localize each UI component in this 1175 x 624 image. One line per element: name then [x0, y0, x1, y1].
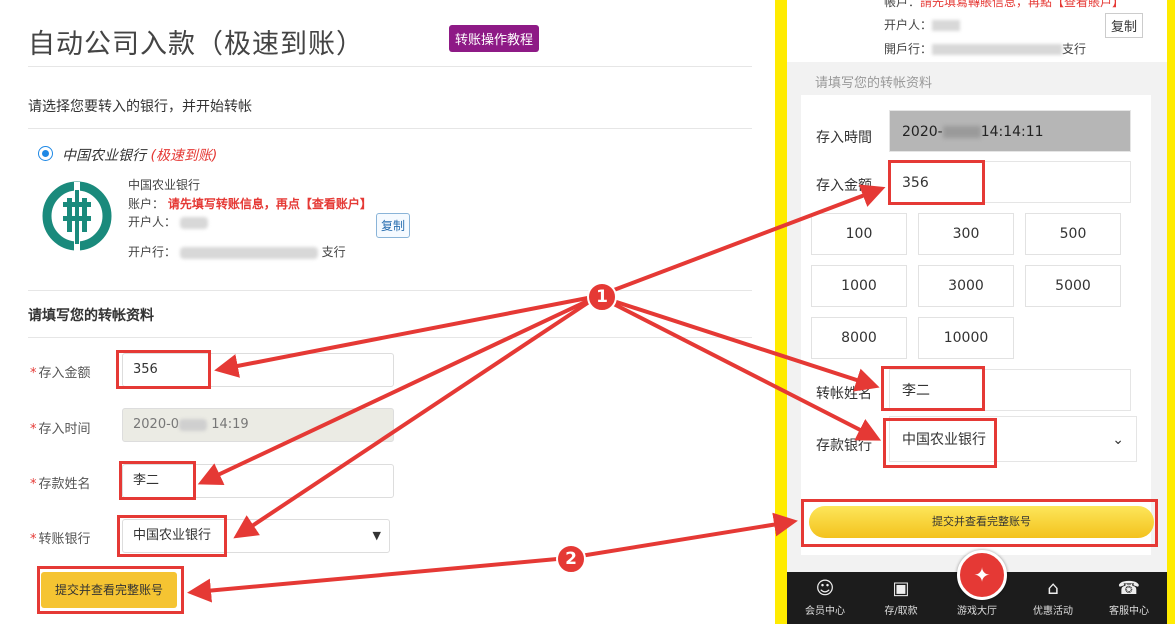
highlight-mobile-amount [888, 160, 985, 205]
page-title: 自动公司入款（极速到账） [28, 29, 364, 60]
amount-option[interactable]: 100 [811, 213, 907, 255]
copy-button[interactable]: 复制 [376, 213, 411, 238]
highlight-amount [116, 350, 211, 389]
mobile-bank-info: 帳戶：請先填寫轉賬信息，再點【查看賬戶】 开户人： 复制 開戶行： 支行 [787, 0, 1167, 62]
mobile-account-row: 帳戶：請先填寫轉賬信息，再點【查看賬戶】 [884, 0, 1125, 9]
amount-label: * 存入金额 [30, 366, 91, 381]
mobile-bank-label: 存款银行 [816, 438, 872, 454]
tab-promotions[interactable]: ⌂ 优惠活动 [1015, 572, 1091, 624]
bank-option-abc[interactable]: 中国农业银行 (极速到账) [62, 145, 217, 165]
bank-option-name: 中国农业银行 [62, 148, 146, 164]
amount-option[interactable]: 10000 [918, 317, 1014, 359]
holder-label: 开户人： [128, 215, 177, 229]
amount-option[interactable]: 500 [1025, 213, 1121, 255]
tab-customer-service[interactable]: ☎ 客服中心 [1091, 572, 1167, 624]
highlight-submit [37, 566, 184, 614]
mobile-amount-label: 存入金额 [816, 178, 872, 194]
mobile-name-label: 转帐姓名 [816, 386, 872, 402]
radio-selected-icon[interactable] [38, 146, 53, 161]
bank-label: * 转账银行 [30, 532, 91, 547]
highlight-mobile-submit [801, 499, 1158, 547]
highlight-bank [117, 515, 227, 557]
tab-member-center[interactable]: ☺ 会员中心 [787, 572, 863, 624]
amount-option[interactable]: 300 [918, 213, 1014, 255]
divider [28, 290, 752, 291]
support-icon: ☎ [1117, 578, 1141, 599]
branch-label: 开户行： [128, 245, 177, 259]
abc-bank-logo-icon [42, 181, 112, 252]
mobile-branch-row: 開戶行： 支行 [884, 42, 1087, 56]
step-badge-1: 1 [587, 282, 617, 312]
amount-option[interactable]: 8000 [811, 317, 907, 359]
yellow-edge [1167, 0, 1175, 624]
account-label: 账户： [128, 197, 165, 211]
caret-down-icon: ▼ [372, 529, 381, 542]
tab-deposit-withdraw[interactable]: ▣ 存/取款 [863, 572, 939, 624]
divider [28, 66, 752, 67]
divider [28, 128, 752, 129]
time-label: * 存入时间 [30, 422, 91, 437]
branch-suffix: 支行 [321, 245, 346, 259]
wallet-icon: ▣ [892, 578, 910, 599]
highlight-mobile-name [881, 366, 985, 411]
tutorial-button[interactable]: 转账操作教程 [449, 25, 540, 52]
branch-redacted [179, 246, 318, 259]
member-icon: ☺ [815, 578, 835, 599]
mobile-time-input: 2020- 14:14:11 [889, 110, 1131, 152]
bank-select-subtitle: 请选择您要转入的银行，并开始转帐 [28, 99, 252, 115]
bank-option-fast-tag: (极速到账) [150, 148, 218, 164]
amount-option[interactable]: 1000 [811, 265, 907, 307]
mobile-time-label: 存入時間 [816, 130, 872, 146]
section-title: 请填写您的转帐资料 [28, 308, 154, 324]
name-label: * 存款姓名 [30, 477, 91, 492]
amount-option[interactable]: 5000 [1025, 265, 1121, 307]
step-badge-2: 2 [556, 544, 586, 574]
gift-icon: ⌂ [1047, 578, 1059, 599]
mobile-section-title: 请填写您的转帐资料 [815, 76, 933, 91]
yellow-divider [775, 0, 787, 624]
mobile-copy-button[interactable]: 复制 [1105, 13, 1144, 38]
mobile-holder-row: 开户人： [884, 16, 961, 33]
divider [28, 337, 752, 338]
highlight-name [119, 461, 196, 500]
bank-info-holder: 开户人： [128, 213, 208, 230]
time-redacted [179, 418, 208, 431]
amount-option[interactable]: 3000 [918, 265, 1014, 307]
gamepad-icon[interactable]: ✦ [957, 550, 1007, 600]
highlight-mobile-bank [883, 418, 997, 468]
account-hint: 请先填写转账信息，再点【查看账户】 [167, 197, 372, 211]
bank-info-name: 中国农业银行 [128, 178, 201, 192]
bank-info-account: 账户： 请先填写转账信息，再点【查看账户】 [128, 195, 372, 212]
time-input: 2020-0 14:19 [122, 408, 394, 442]
chevron-down-icon: ⌄ [1112, 432, 1124, 448]
holder-redacted [179, 216, 208, 229]
bank-info-branch: 开户行： 支行 [128, 243, 346, 260]
